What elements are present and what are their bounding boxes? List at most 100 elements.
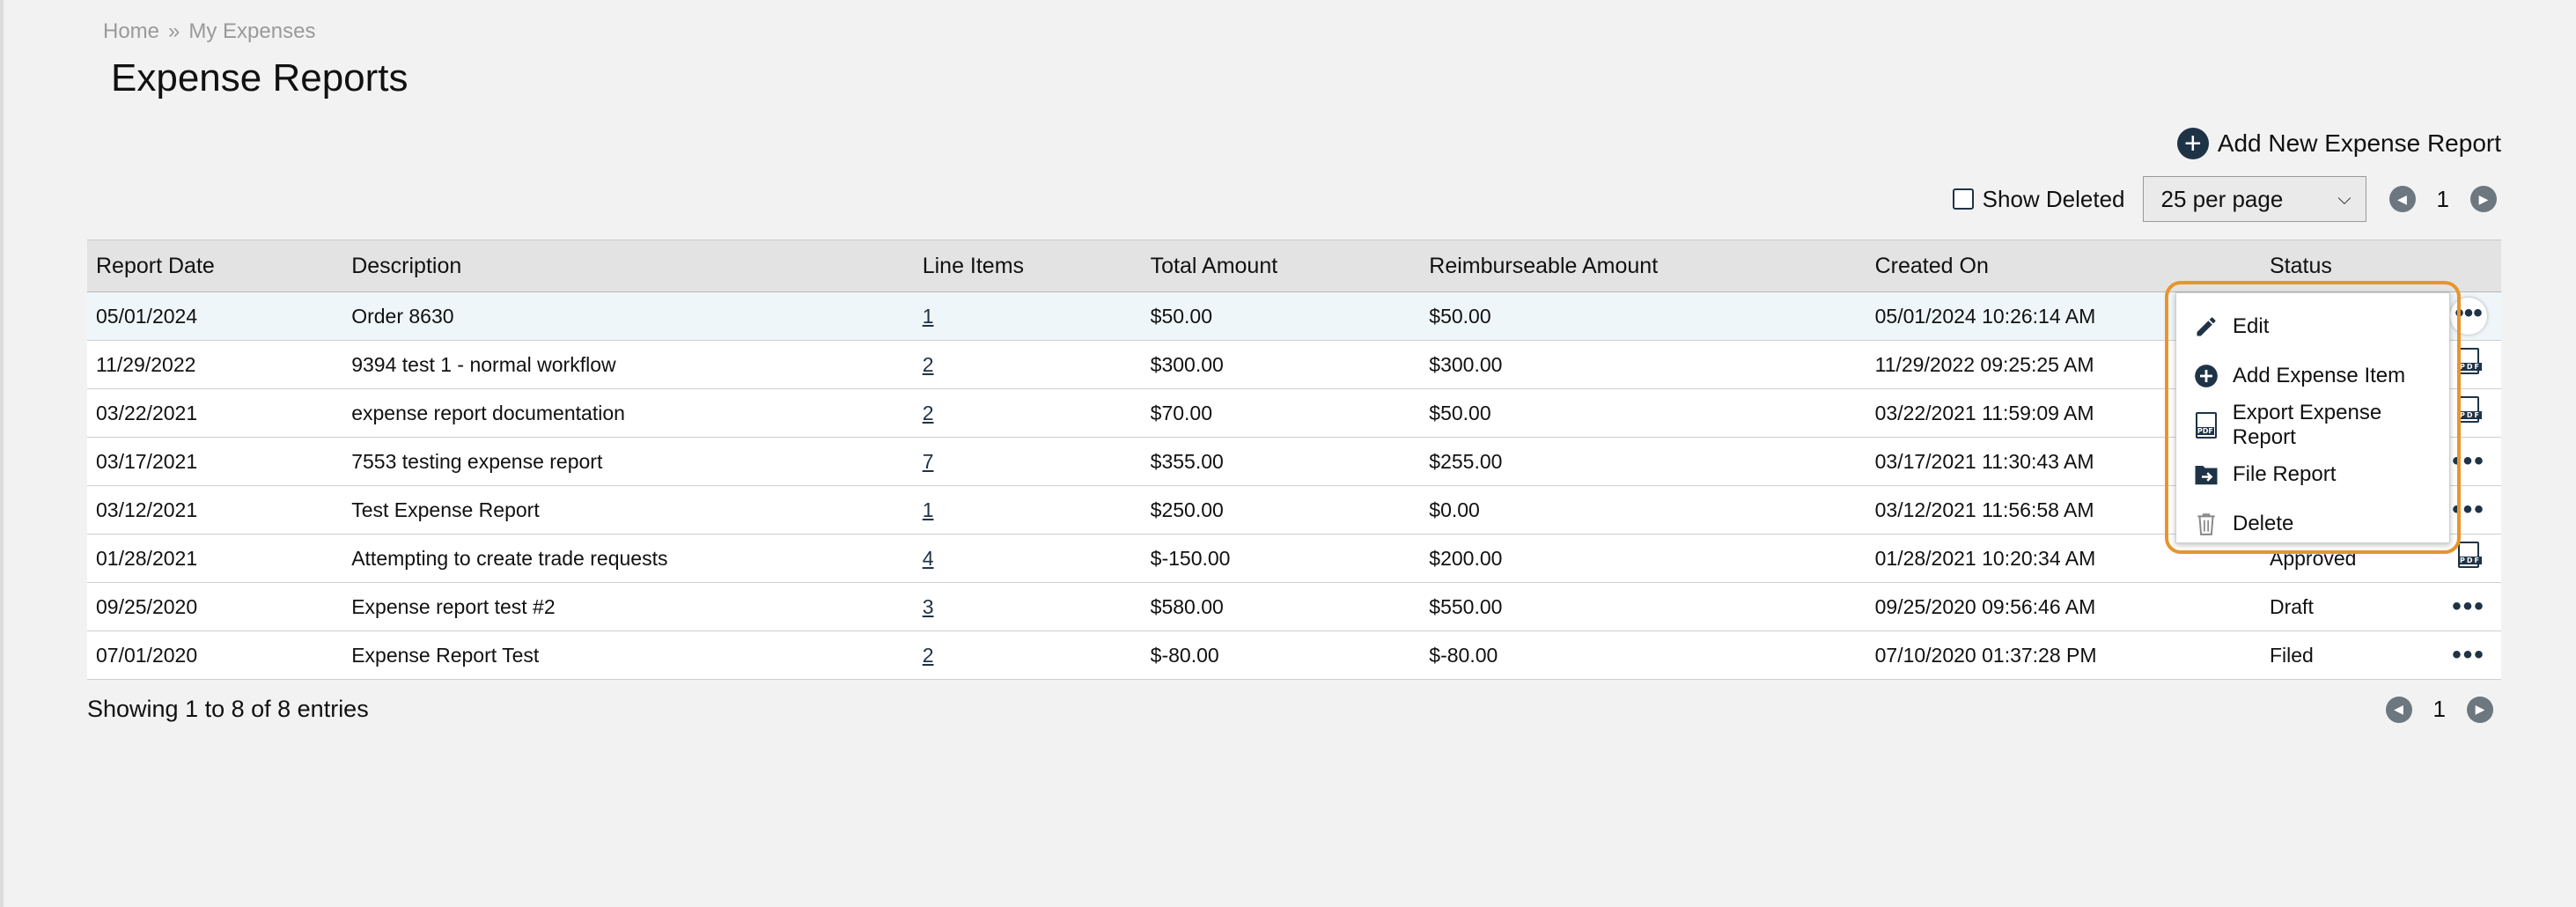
report-date-cell: 07/01/2020	[96, 643, 198, 667]
description-cell: 7553 testing expense report	[351, 449, 603, 473]
menu-item-label: File Report	[2233, 462, 2337, 486]
menu-item-file-report[interactable]: File Report	[2176, 450, 2449, 499]
description-cell: Order 8630	[351, 304, 454, 328]
plus-circle-icon	[2192, 362, 2220, 390]
reimbursable-amount-cell: $-80.00	[1429, 643, 1498, 667]
line-items-link[interactable]: 7	[923, 450, 934, 473]
column-header-reimbursable-amount[interactable]: Reimburseable Amount	[1420, 240, 1866, 292]
per-page-select[interactable]: 25 per page ⌵	[2142, 176, 2366, 222]
table-row[interactable]: 01/28/2021 Attempting to create trade req…	[87, 534, 2501, 583]
line-items-link[interactable]: 2	[923, 644, 934, 667]
show-deleted-label: Show Deleted	[1982, 185, 2125, 212]
add-new-expense-report-button[interactable]: + Add New Expense Report	[2176, 128, 2501, 159]
description-cell: Attempting to create trade requests	[351, 546, 668, 570]
show-deleted-toggle[interactable]: Show Deleted	[1952, 185, 2125, 213]
line-items-link[interactable]: 2	[923, 353, 934, 376]
breadcrumb: Home » My Expenses	[103, 19, 315, 44]
report-date-cell: 09/25/2020	[96, 594, 198, 618]
row-actions-cell: •••	[2436, 583, 2501, 631]
column-header-line-items[interactable]: Line Items	[914, 240, 1142, 292]
table-row[interactable]: 07/01/2020 Expense Report Test 2 $-80.00 $-8…	[87, 630, 2501, 680]
line-items-link[interactable]: 2	[923, 402, 934, 424]
table-controls: Show Deleted 25 per page ⌵ ◀ 1 ▶	[1952, 176, 2497, 222]
menu-item-edit[interactable]: Edit	[2176, 302, 2449, 351]
row-actions-cell: •••	[2436, 631, 2501, 680]
description-cell: expense report documentation	[351, 401, 625, 424]
prev-page-icon[interactable]: ◀	[2385, 696, 2412, 723]
table-body: 05/01/2024 Order 8630 1 $50.00 $50.00 05/01/2…	[87, 291, 2501, 680]
line-items-link[interactable]: 1	[923, 305, 934, 328]
reimbursable-amount-cell: $0.00	[1429, 498, 1480, 521]
column-header-total-amount[interactable]: Total Amount	[1142, 240, 1421, 292]
menu-item-add-expense-item[interactable]: Add Expense Item	[2176, 351, 2449, 401]
more-options-icon[interactable]: •••	[2452, 640, 2485, 669]
pdf-icon[interactable]	[2458, 396, 2483, 423]
line-items-link[interactable]: 3	[923, 595, 934, 618]
page-title: Expense Reports	[111, 56, 408, 100]
table-row[interactable]: 09/25/2020 Expense report test #2 3 $580.00…	[87, 582, 2501, 631]
report-date-cell: 03/22/2021	[96, 401, 198, 424]
current-page-number[interactable]: 1	[2437, 186, 2449, 213]
reimbursable-amount-cell: $255.00	[1429, 449, 1503, 473]
reimbursable-amount-cell: $300.00	[1429, 352, 1503, 376]
line-items-cell: 4	[914, 535, 1142, 583]
line-items-cell: 3	[914, 583, 1142, 631]
column-header-report-date[interactable]: Report Date	[87, 240, 342, 292]
pdf-icon[interactable]	[2458, 542, 2483, 568]
menu-item-export-expense-report[interactable]: Export Expense Report	[2176, 401, 2449, 450]
window-left-edge	[0, 0, 4, 907]
line-items-cell: 2	[914, 389, 1142, 438]
more-options-icon[interactable]: •••	[2452, 592, 2485, 621]
pdf-icon	[2192, 411, 2220, 439]
current-page-number[interactable]: 1	[2433, 696, 2446, 723]
table-row[interactable]: 03/12/2021 Test Expense Report 1 $250.00 $0.…	[87, 485, 2501, 535]
reimbursable-amount-cell: $50.00	[1429, 304, 1491, 328]
expense-reports-table: Report Date Description Line Items Total…	[87, 240, 2501, 680]
top-pagination: ◀ 1 ▶	[2388, 186, 2497, 213]
pdf-icon[interactable]	[2458, 348, 2483, 374]
menu-item-label: Add Expense Item	[2233, 364, 2406, 387]
line-items-cell: 2	[914, 341, 1142, 389]
line-items-cell: 7	[914, 438, 1142, 486]
report-date-cell: 03/12/2021	[96, 498, 198, 521]
file-submit-icon	[2192, 461, 2220, 489]
line-items-link[interactable]: 4	[923, 547, 934, 570]
bottom-pagination: ◀ 1 ▶	[2385, 696, 2493, 723]
show-deleted-checkbox[interactable]	[1952, 188, 1974, 210]
created-on-cell: 07/10/2020 01:37:28 PM	[1874, 643, 2097, 667]
total-amount-cell: $70.00	[1150, 401, 1213, 424]
total-amount-cell: $-150.00	[1150, 546, 1231, 570]
report-date-cell: 05/01/2024	[96, 304, 198, 328]
description-cell: Expense Report Test	[351, 643, 540, 667]
line-items-cell: 1	[914, 292, 1142, 341]
row-context-menu: Edit Add Expense Item Export Expense Rep…	[2175, 292, 2450, 543]
menu-item-delete[interactable]: Delete	[2176, 499, 2449, 549]
table-info: Showing 1 to 8 of 8 entries	[87, 696, 369, 722]
table-row[interactable]: 05/01/2024 Order 8630 1 $50.00 $50.00 05/01/2…	[87, 291, 2501, 341]
description-cell: Expense report test #2	[351, 594, 556, 618]
description-cell: 9394 test 1 - normal workflow	[351, 352, 616, 376]
table-row[interactable]: 03/22/2021 expense report documentation 2 $…	[87, 388, 2501, 438]
total-amount-cell: $250.00	[1150, 498, 1224, 521]
next-page-icon[interactable]: ▶	[2470, 186, 2497, 212]
status-cell: Filed	[2270, 643, 2314, 667]
description-cell: Test Expense Report	[351, 498, 540, 521]
reimbursable-amount-cell: $50.00	[1429, 401, 1491, 424]
breadcrumb-home[interactable]: Home	[103, 19, 159, 43]
prev-page-icon[interactable]: ◀	[2388, 186, 2416, 212]
line-items-link[interactable]: 1	[923, 498, 934, 521]
table-row[interactable]: 03/17/2021 7553 testing expense report 7 $3…	[87, 437, 2501, 486]
report-date-cell: 03/17/2021	[96, 449, 198, 473]
breadcrumb-current[interactable]: My Expenses	[188, 19, 315, 43]
menu-item-label: Edit	[2233, 314, 2270, 338]
menu-item-label: Export Expense Report	[2232, 401, 2382, 449]
plus-circle-icon: +	[2176, 128, 2209, 159]
report-date-cell: 11/29/2022	[96, 352, 196, 376]
reimbursable-amount-cell: $550.00	[1429, 594, 1503, 618]
pencil-icon	[2192, 313, 2220, 341]
table-row[interactable]: 11/29/2022 9394 test 1 - normal workflow 2…	[87, 340, 2501, 389]
status-cell: Draft	[2270, 594, 2314, 618]
column-header-description[interactable]: Description	[342, 240, 914, 292]
created-on-cell: 09/25/2020 09:56:46 AM	[1874, 594, 2096, 618]
next-page-icon[interactable]: ▶	[2467, 696, 2493, 723]
